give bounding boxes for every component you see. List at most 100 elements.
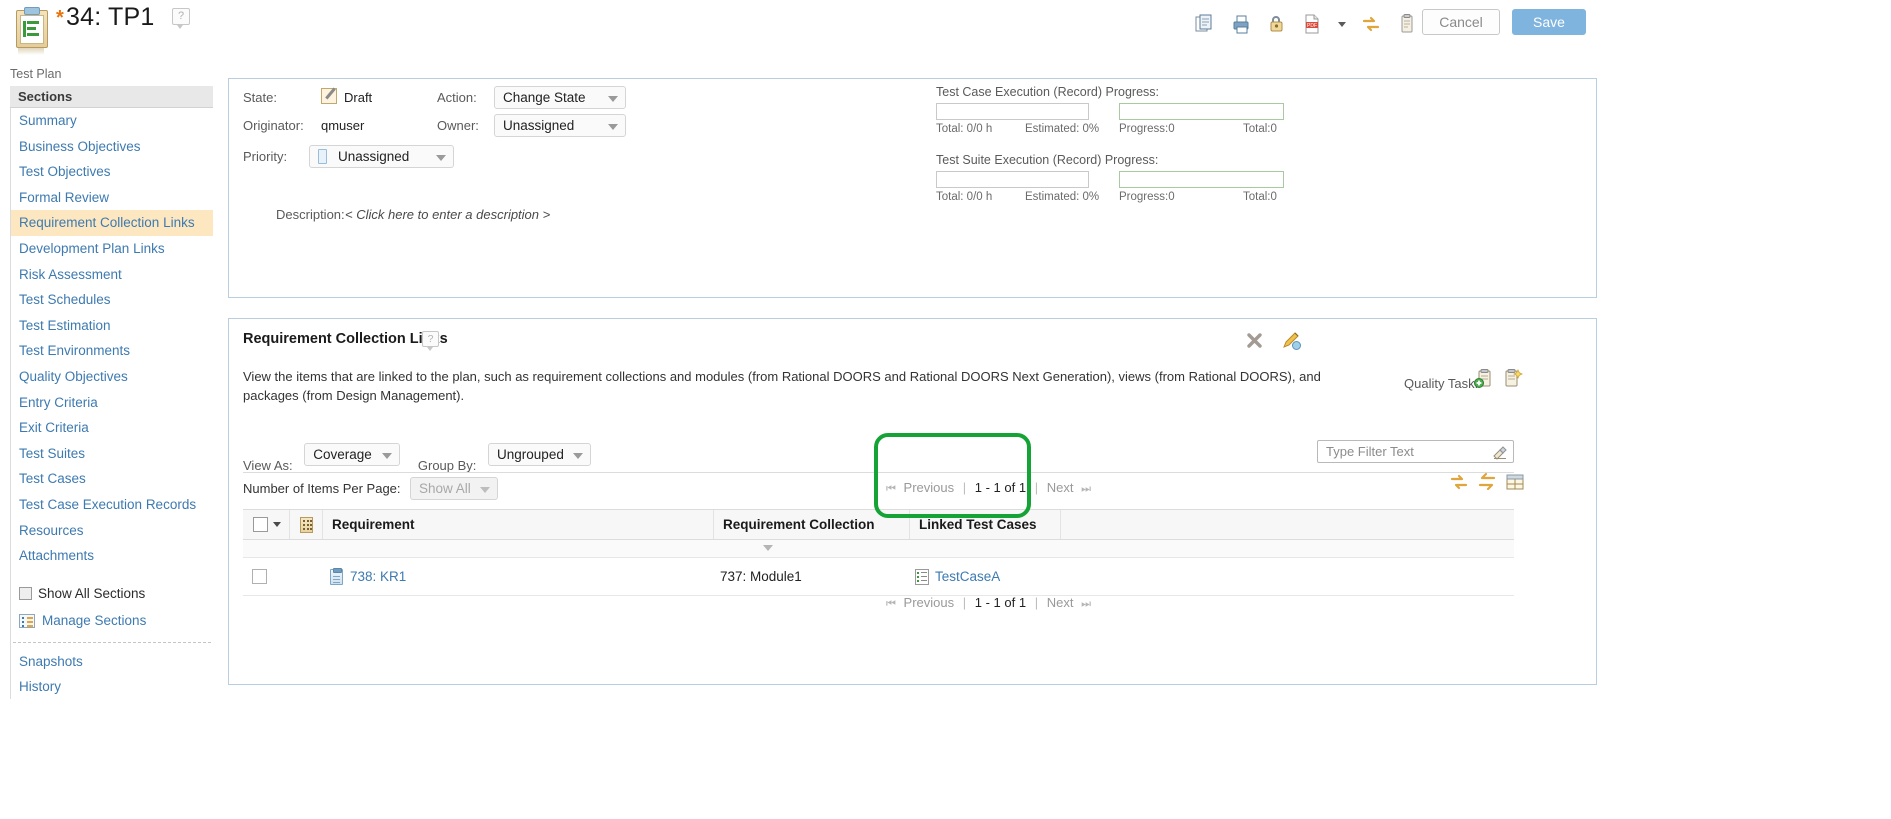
sidebar-item-test-cases[interactable]: Test Cases — [11, 466, 213, 492]
cell-linked-test-cases[interactable]: TestCaseA — [906, 568, 1056, 585]
sidebar-item-summary[interactable]: Summary — [11, 108, 213, 134]
first-page-icon[interactable]: ⏮ — [886, 483, 896, 496]
sidebar-item-quality-objectives[interactable]: Quality Objectives — [11, 364, 213, 390]
section-description: View the items that are linked to the pl… — [243, 369, 1321, 403]
view-as-select[interactable]: Coverage — [304, 443, 401, 466]
copy-icon[interactable] — [1194, 13, 1216, 35]
select-all-checkbox[interactable] — [253, 517, 268, 532]
close-icon[interactable] — [1244, 330, 1266, 352]
sidebar-item-test-case-execution-records[interactable]: Test Case Execution Records — [11, 492, 213, 518]
chevron-down-icon[interactable] — [273, 522, 281, 527]
priority-value: Unassigned — [338, 149, 410, 164]
page-header: * 34: TP1 ? Test Plan PDF Cancel Save — [0, 0, 1891, 81]
priority-label: Priority: — [243, 149, 288, 164]
row-select-cell[interactable] — [243, 569, 289, 584]
draft-state-icon — [321, 88, 337, 104]
column-header-requirement-collection[interactable]: Requirement Collection — [714, 517, 909, 532]
sort-descending-icon[interactable] — [763, 545, 773, 551]
page-range-top: 1 - 1 of 1 — [974, 480, 1027, 495]
sidebar-item-exit-criteria[interactable]: Exit Criteria — [11, 415, 213, 441]
view-as-label: View As: — [243, 458, 293, 473]
priority-select[interactable]: Unassigned — [309, 145, 454, 168]
linked-test-case-link[interactable]: TestCaseA — [935, 569, 1000, 584]
columns-icon[interactable] — [299, 516, 313, 533]
table-row[interactable]: 738: KR1 737: Module1 TestCaseA — [243, 558, 1514, 596]
test-case-progress-progress: Progress:0 — [1119, 123, 1175, 135]
action-select[interactable]: Change State — [494, 86, 626, 109]
group-by-select[interactable]: Ungrouped — [488, 443, 592, 466]
add-quality-task-icon[interactable] — [1473, 368, 1495, 390]
sidebar-link-history[interactable]: History — [11, 674, 213, 699]
filter-icon[interactable] — [1492, 443, 1509, 463]
row-checkbox[interactable] — [252, 569, 267, 584]
sidebar-item-risk-assessment[interactable]: Risk Assessment — [11, 262, 213, 288]
sidebar-item-entry-criteria[interactable]: Entry Criteria — [11, 390, 213, 416]
pdf-dropdown-caret-icon[interactable] — [1337, 13, 1349, 35]
filter-input[interactable] — [1324, 443, 1484, 460]
next-page-button[interactable]: Next — [1047, 480, 1074, 495]
configure-columns-icon[interactable] — [1504, 471, 1526, 493]
test-case-icon — [915, 568, 929, 585]
test-case-progress-total-hours: Total: 0/0 h — [936, 123, 993, 135]
sidebar-item-test-environments[interactable]: Test Environments — [11, 338, 213, 364]
manage-sections-label: Manage Sections — [42, 612, 147, 628]
pager-separator-right: | — [1034, 480, 1039, 495]
new-quality-task-icon[interactable] — [1501, 368, 1523, 390]
clipboard-icon[interactable] — [1396, 13, 1418, 35]
column-config-cell[interactable] — [290, 516, 322, 533]
show-all-sections-label: Show All Sections — [38, 585, 146, 601]
sidebar-heading: Sections — [10, 86, 213, 108]
owner-select[interactable]: Unassigned — [494, 114, 626, 137]
toolbar-divider — [243, 472, 1514, 473]
sidebar-item-development-plan-links[interactable]: Development Plan Links — [11, 236, 213, 262]
previous-page-button[interactable]: Previous — [904, 480, 955, 495]
sidebar-link-snapshots[interactable]: Snapshots — [11, 649, 213, 674]
sidebar-item-requirement-collection-links[interactable]: Requirement Collection Links — [11, 210, 213, 236]
save-button[interactable]: Save — [1512, 9, 1586, 35]
manage-sections-link[interactable]: Manage Sections — [11, 607, 213, 635]
test-case-progress-total: Total:0 — [1243, 123, 1277, 135]
action-value: Change State — [503, 90, 586, 105]
test-suite-progress-total: Total:0 — [1243, 191, 1277, 203]
sidebar-item-business-objectives[interactable]: Business Objectives — [11, 134, 213, 160]
column-header-requirement[interactable]: Requirement — [323, 517, 713, 532]
last-page-icon[interactable]: ⏭ — [1081, 483, 1091, 496]
items-per-page-label: Number of Items Per Page: — [243, 481, 401, 496]
last-page-icon[interactable]: ⏭ — [1081, 598, 1091, 611]
column-header-linked-test-cases[interactable]: Linked Test Cases — [910, 517, 1060, 532]
requirement-link[interactable]: 738: KR1 — [350, 569, 406, 584]
view-controls: View As: Coverage Group By: Ungrouped — [243, 443, 592, 473]
swap-arrows-icon[interactable] — [1476, 471, 1498, 493]
description-value[interactable]: < Click here to enter a description > — [345, 207, 550, 222]
originator-label: Originator: — [243, 118, 304, 133]
section-title: Requirement Collection Links — [243, 331, 448, 347]
items-per-page-select[interactable]: Show All — [410, 477, 498, 500]
section-help-icon[interactable]: ? — [422, 331, 439, 351]
filter-input-wrapper[interactable] — [1317, 440, 1514, 463]
sidebar-item-test-schedules[interactable]: Test Schedules — [11, 287, 213, 313]
print-icon[interactable] — [1230, 13, 1252, 35]
pdf-icon[interactable]: PDF — [1301, 13, 1323, 35]
pager-separator-left: | — [962, 595, 967, 610]
refresh-icon[interactable] — [1448, 471, 1470, 493]
sidebar-item-resources[interactable]: Resources — [11, 518, 213, 544]
owner-label: Owner: — [437, 118, 479, 133]
next-page-button[interactable]: Next — [1047, 595, 1074, 610]
sidebar-item-test-suites[interactable]: Test Suites — [11, 441, 213, 467]
sidebar-item-attachments[interactable]: Attachments — [11, 543, 213, 569]
sidebar-item-test-estimation[interactable]: Test Estimation — [11, 313, 213, 339]
cell-requirement[interactable]: 738: KR1 — [321, 567, 711, 585]
edit-pencil-icon[interactable] — [1281, 330, 1303, 352]
description-label: Description: — [276, 207, 345, 222]
previous-page-button[interactable]: Previous — [904, 595, 955, 610]
select-all-cell[interactable] — [243, 517, 289, 532]
sidebar-item-test-objectives[interactable]: Test Objectives — [11, 159, 213, 185]
cancel-button[interactable]: Cancel — [1422, 9, 1500, 35]
refresh-icon[interactable] — [1360, 13, 1382, 35]
show-all-sections-checkbox[interactable]: Show All Sections — [11, 581, 213, 607]
lock-icon[interactable] — [1265, 13, 1287, 35]
sidebar-item-formal-review[interactable]: Formal Review — [11, 185, 213, 211]
help-icon[interactable]: ? — [172, 8, 190, 29]
test-suite-progress-bar-left — [936, 171, 1089, 188]
first-page-icon[interactable]: ⏮ — [886, 598, 896, 611]
